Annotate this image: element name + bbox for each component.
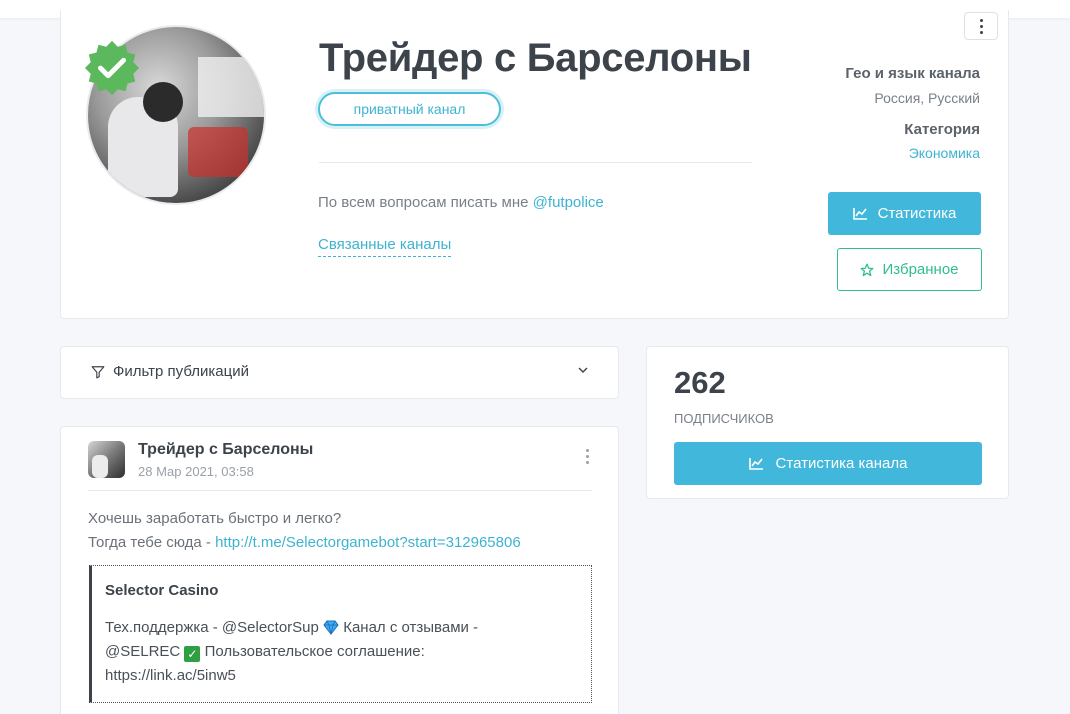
- verified-badge-icon: [84, 40, 140, 96]
- subscribers-card: 262 подписчиков Статистика канала: [646, 346, 1009, 499]
- preview-text: Тех.поддержка - @SelectorSup Канал с отз…: [105, 616, 575, 688]
- filter-label-row: Фильтр публикаций: [91, 363, 249, 380]
- line-chart-icon: [748, 458, 763, 470]
- post-author-avatar[interactable]: [88, 441, 125, 478]
- post-menu-button[interactable]: [586, 449, 589, 464]
- preview-title: Selector Casino: [105, 582, 219, 599]
- post-divider: [88, 490, 592, 491]
- preview-text-agreement: Пользовательское соглашение:: [204, 643, 425, 660]
- category-link[interactable]: Экономика: [909, 145, 980, 161]
- kebab-menu-icon: [979, 18, 983, 34]
- related-channels-link[interactable]: Связанные каналы: [318, 236, 452, 257]
- link-preview[interactable]: Selector Casino Тех.поддержка - @Selecto…: [89, 565, 592, 703]
- preview-text-support: Тех.поддержка - @SelectorSup: [105, 619, 319, 636]
- favorite-button[interactable]: Избранное: [837, 248, 982, 291]
- preview-text-url: https://link.ac/5inw5: [105, 667, 236, 684]
- statistics-button-label: Статистика: [877, 205, 957, 222]
- check-mark-emoji-icon: ✓: [184, 646, 201, 662]
- chevron-down-icon: [578, 367, 588, 373]
- preview-text-selrec: @SELREC: [105, 643, 181, 660]
- channel-menu-button[interactable]: [964, 12, 998, 40]
- post-card: Трейдер с Барселоны 28 Мар 2021, 03:58 Х…: [60, 426, 619, 714]
- line-chart-icon: [852, 208, 867, 220]
- channel-title: Трейдер с Барселоны: [319, 36, 752, 80]
- channel-description: По всем вопросам писать мне @futpolice: [318, 194, 604, 211]
- geo-value: Россия, Русский: [874, 90, 980, 106]
- post-date: 28 Мар 2021, 03:58: [138, 464, 254, 479]
- channel-header-card: Трейдер с Барселоны приватный канал По в…: [60, 10, 1009, 319]
- post-text: Хочешь заработать быстро и легко? Тогда …: [88, 507, 521, 555]
- filter-label: Фильтр публикаций: [113, 363, 249, 380]
- preview-text-reviews: Канал с отзывами -: [343, 619, 479, 636]
- description-handle-link[interactable]: @futpolice: [533, 194, 604, 211]
- publication-filter-toggle[interactable]: Фильтр публикаций: [60, 346, 619, 399]
- description-text: По всем вопросам писать мне: [318, 194, 529, 211]
- post-author-name[interactable]: Трейдер с Барселоны: [138, 441, 313, 459]
- header-divider: [319, 162, 752, 163]
- private-channel-badge: приватный канал: [318, 92, 501, 126]
- geo-label: Гео и язык канала: [845, 65, 980, 82]
- post-text-prefix: Тогда тебе сюда -: [88, 534, 211, 551]
- channel-statistics-button[interactable]: Статистика канала: [674, 442, 982, 485]
- post-text-line-1: Хочешь заработать быстро и легко?: [88, 510, 342, 527]
- category-label: Категория: [904, 121, 980, 138]
- post-text-line-2: Тогда тебе сюда - http://t.me/Selectorga…: [88, 531, 521, 555]
- favorite-button-label: Избранное: [882, 261, 959, 278]
- star-icon: [861, 263, 874, 276]
- post-link[interactable]: http://t.me/Selectorgamebot?start=312965…: [215, 534, 521, 551]
- subscribers-count: 262: [674, 365, 726, 400]
- subscribers-label: подписчиков: [674, 411, 774, 426]
- kebab-menu-icon: [586, 449, 589, 464]
- filter-funnel-icon: [91, 365, 105, 378]
- channel-statistics-button-label: Статистика канала: [775, 455, 908, 472]
- statistics-button[interactable]: Статистика: [828, 192, 981, 235]
- gem-emoji-icon: [323, 620, 339, 635]
